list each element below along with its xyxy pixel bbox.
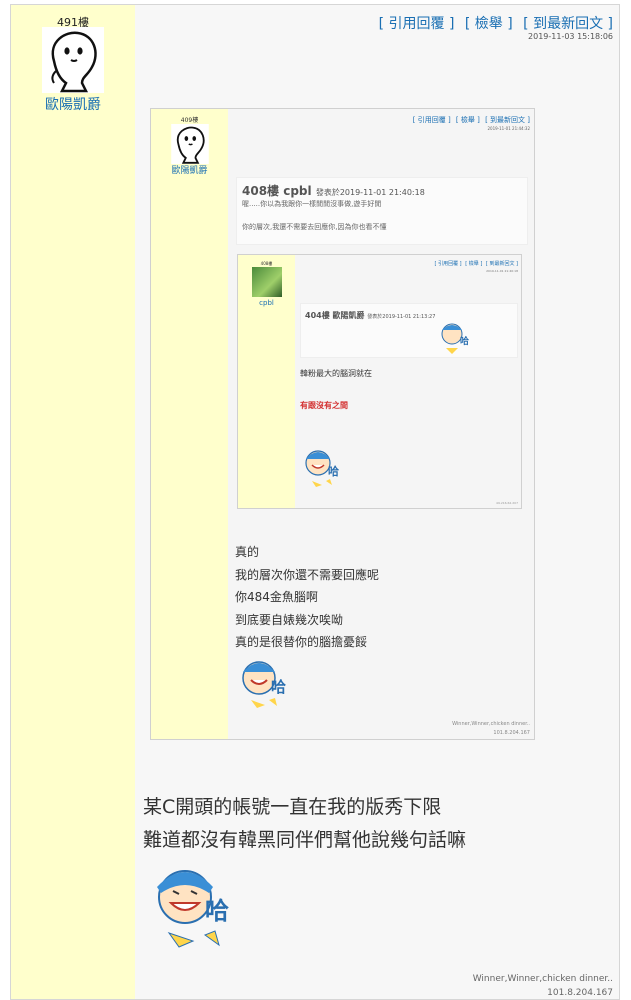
author-sidebar: 491樓 歐陽凱爵 [11, 5, 135, 999]
embedded-body-line: 你484金魚腦啊 [235, 590, 318, 604]
sticker-text: 哈 [328, 464, 339, 478]
sticker-text: 哈 [460, 335, 469, 347]
embedded-body: 真的 我的層次你還不需要回應呢 你484金魚腦啊 到底要自婊幾次唉呦 真的是很替… [235, 541, 379, 654]
quote-reply-link[interactable]: [ 引用回覆 ] [379, 16, 455, 32]
nested-line2: 有跟沒有之間 [300, 401, 348, 410]
laughing-sticker-icon: 哈 [305, 450, 339, 487]
author-name[interactable]: 歐陽凱爵 [11, 94, 135, 114]
quote-404-title: 404樓 歐陽凱爵 [305, 311, 365, 320]
nested-actions: [ 引用回覆 ] [ 檢舉 ] [ 到最新回文 ] [433, 260, 518, 267]
sticker-text: 哈 [271, 678, 286, 696]
embedded-sidebar [151, 109, 228, 739]
quote-408-date: 發表於2019-11-01 21:40:18 [315, 188, 425, 197]
embedded-body-line: 真的 [235, 545, 260, 559]
nested-footer: 49.216.62.207 [496, 501, 518, 505]
nested-screenshot: 408樓 cpbl [ 引用回覆 ] [ 檢舉 ] [ 到最新回文 ] 2019… [237, 254, 522, 509]
nested-author: cpbl [259, 299, 274, 307]
laughing-sticker-icon: 哈 [441, 323, 469, 354]
post-timestamp: 2019-11-03 15:18:06 [528, 32, 613, 41]
post-signature: Winner,Winner,chicken dinner.. [472, 974, 613, 984]
embedded-ip: 101.8.204.167 [493, 730, 530, 736]
nested-avatar [252, 267, 282, 297]
nested-latest-link: [ 到最新回文 ] [485, 261, 518, 267]
quote-408-title: 408樓 cpbl [242, 184, 312, 198]
embedded-body-line: 到底要自婊幾次唉呦 [235, 612, 344, 627]
embedded-floor: 409樓 [180, 117, 199, 124]
embedded-actions: [ 引用回覆 ] [ 檢舉 ] [ 到最新回文 ] [410, 115, 530, 125]
laughing-sticker-icon: 哈 [157, 870, 229, 948]
embedded-screenshot: 409樓 歐陽凱爵 [ 引用回覆 ] [ 檢舉 ] [ 到最新回文 ] 2019… [150, 108, 535, 740]
nested-quote-link: [ 引用回覆 ] [434, 261, 462, 267]
quote-408-line2: 你的層次,我還不需要去回應你,因為你也看不懂 [242, 223, 387, 231]
latest-reply-link[interactable]: [ 到最新回文 ] [523, 16, 613, 32]
quote-404-date: 發表於2019-11-01 21:13:27 [367, 314, 436, 320]
embedded-report-link: [ 檢舉 ] [455, 116, 480, 124]
post-body-line: 某C開頭的帳號一直在我的版秀下限 [143, 796, 442, 818]
embedded-signature: Winner,Winner,chicken dinner.. [452, 721, 530, 727]
embedded-quote-link: [ 引用回覆 ] [412, 116, 451, 124]
quote-block-408: 408樓 cpbl 發表於2019-11-01 21:40:18 喔.....你… [236, 177, 528, 245]
nested-report-link: [ 檢舉 ] [465, 261, 483, 267]
embedded-latest-link: [ 到最新回文 ] [485, 116, 530, 124]
post-ip: 101.8.204.167 [547, 988, 613, 998]
quote-404-header: 404樓 歐陽凱爵 發表於2019-11-01 21:13:27 [305, 310, 435, 321]
quote-408-header: 408樓 cpbl 發表於2019-11-01 21:40:18 [242, 182, 425, 199]
nested-line1: 韓粉最大的腦洞就在 [300, 369, 372, 378]
sticker-text: 哈 [205, 897, 229, 925]
post-actions: [ 引用回覆 ] [ 檢舉 ] [ 到最新回文 ] [373, 13, 613, 33]
embedded-body-line: 真的是很替你的腦擔憂餒 [235, 635, 368, 649]
nested-timestamp: 2019-11-01 21:40:18 [486, 269, 518, 273]
embedded-avatar [171, 124, 209, 164]
laughing-sticker-icon: 哈 [242, 661, 286, 708]
embedded-author: 歐陽凱爵 [171, 166, 208, 176]
avatar[interactable] [42, 27, 104, 93]
embedded-body-line: 我的層次你還不需要回應呢 [235, 567, 380, 582]
post-body-line: 難道都沒有韓黑同伴們幫他說幾句話嘛 [143, 829, 467, 851]
post-body: 某C開頭的帳號一直在我的版秀下限 難道都沒有韓黑同伴們幫他說幾句話嘛 [143, 791, 466, 857]
quote-408-line1: 喔.....你以為我跟你一樣閒閒沒事做,遊手好閒 [242, 200, 382, 208]
post-container: 491樓 歐陽凱爵 [ 引用回覆 ] [ 檢舉 ] [ 到最新回文 ] 2019… [10, 4, 620, 1000]
quote-block-404: 404樓 歐陽凱爵 發表於2019-11-01 21:13:27 哈 [300, 303, 518, 358]
embedded-timestamp: 2019-11-01 21:44:32 [487, 126, 530, 131]
report-link[interactable]: [ 檢舉 ] [465, 16, 513, 32]
